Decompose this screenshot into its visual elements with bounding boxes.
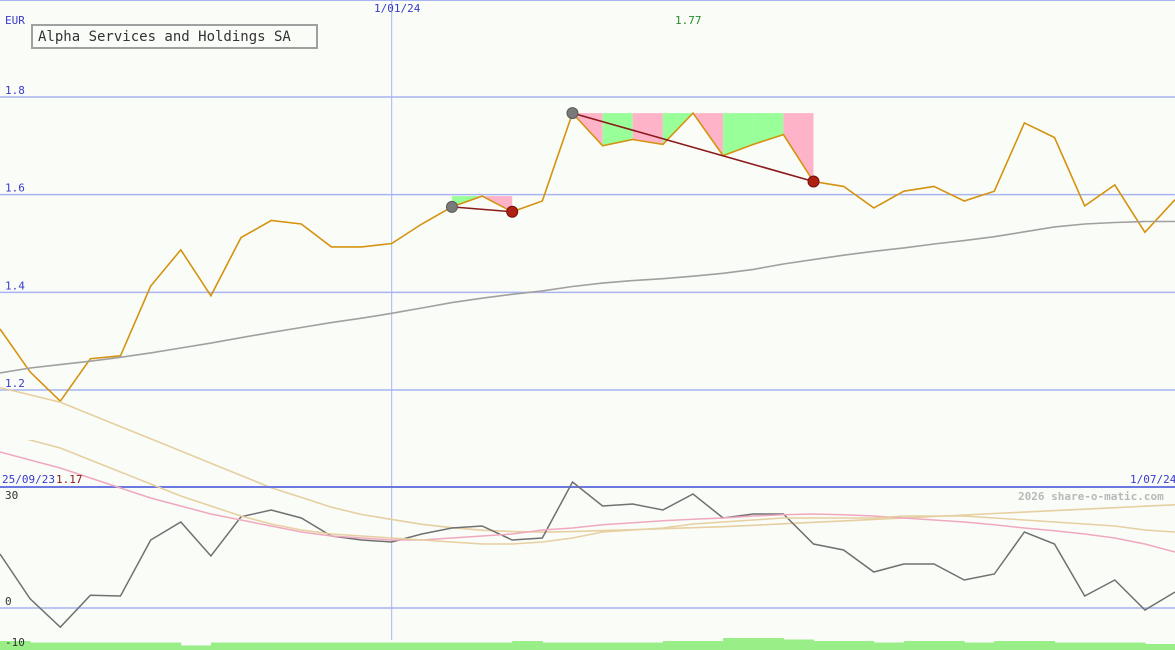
trendline-end-point-0 — [506, 205, 519, 218]
volume-bar — [391, 642, 423, 650]
volume-bar — [241, 642, 272, 650]
y-tick-label-1.8: 1.8 — [5, 84, 25, 97]
volume-bar — [1054, 642, 1086, 650]
volume-bar — [903, 641, 935, 650]
upper-tick-labels: 1.2 1.4 1.6 1.8 — [5, 84, 25, 390]
trendline-start-point-1 — [566, 107, 579, 120]
volume-bar — [602, 642, 634, 650]
volume-bar — [783, 639, 815, 650]
volume-bar — [632, 642, 664, 650]
volume-bar — [662, 641, 694, 650]
y-tick-label-1.2: 1.2 — [5, 377, 25, 390]
date-label-top: 1/01/24 — [374, 2, 421, 15]
y-tick-label-1.4: 1.4 — [5, 279, 25, 292]
volume-bar — [934, 641, 965, 650]
currency-label: EUR — [5, 14, 25, 27]
volume-bar — [210, 642, 242, 650]
volume-bar — [30, 642, 61, 650]
highlight-shading — [451, 113, 814, 212]
shade-segment-1-26 — [783, 113, 814, 182]
oscillator-signal-line — [0, 451, 1175, 553]
volume-bar — [451, 642, 483, 650]
price-line — [0, 111, 1175, 403]
min-value-label: 1.17 — [56, 473, 83, 486]
volume-bar — [512, 641, 543, 650]
lower-y-tick-label--10: -10 — [5, 636, 25, 649]
volume-bar — [150, 642, 182, 650]
y-tick-label-1.6: 1.6 — [5, 182, 25, 195]
volume-bar — [361, 642, 393, 650]
volume-bar — [873, 642, 905, 650]
oscillator-line — [0, 480, 1175, 629]
volume-bar — [301, 642, 332, 650]
lower-tick-labels: 30 0 -10 — [5, 489, 25, 649]
volume-bar — [1144, 644, 1175, 650]
volume-bars — [0, 638, 1175, 650]
volume-bar — [1084, 642, 1116, 650]
lower-y-tick-label-30: 30 — [5, 489, 18, 502]
chart-title: Alpha Services and Holdings SA — [38, 29, 291, 45]
volume-bar — [692, 641, 724, 650]
volume-bar — [572, 642, 604, 650]
volume-bar — [90, 642, 122, 650]
date-label-start: 25/09/23 — [2, 473, 55, 486]
volume-bar — [542, 642, 573, 650]
date-label-end: 1/07/24 — [1130, 473, 1175, 486]
max-value-label: 1.77 — [675, 14, 702, 27]
volume-bar — [120, 642, 152, 650]
trendline-end-point-1 — [807, 175, 820, 188]
volume-bar — [271, 642, 302, 650]
volume-bar — [813, 641, 845, 650]
volume-bar — [994, 641, 1025, 650]
volume-bar — [964, 642, 995, 650]
faded-average-line — [0, 386, 1175, 533]
upper-series — [0, 111, 1175, 533]
volume-bar — [421, 642, 453, 650]
watermark: 2026 share-o-matic.com — [1018, 490, 1164, 503]
volume-bar — [1114, 642, 1146, 650]
volume-bar — [723, 638, 754, 650]
volume-bar — [331, 642, 363, 650]
volume-bar — [1024, 641, 1056, 650]
volume-bar — [482, 642, 513, 650]
lower-series — [0, 440, 1175, 629]
lower-y-tick-label-0: 0 — [5, 595, 12, 608]
volume-bar — [843, 641, 875, 650]
volume-bar — [180, 645, 212, 650]
volume-bar — [60, 642, 91, 650]
volume-bar — [753, 638, 784, 650]
price-chart: 1.2 1.4 1.6 1.8 Alpha Services and Holdings… — [0, 0, 1175, 650]
upper-gridlines — [0, 0, 1175, 640]
trendline-start-point-0 — [445, 200, 458, 213]
long-moving-average-line — [0, 220, 1175, 374]
